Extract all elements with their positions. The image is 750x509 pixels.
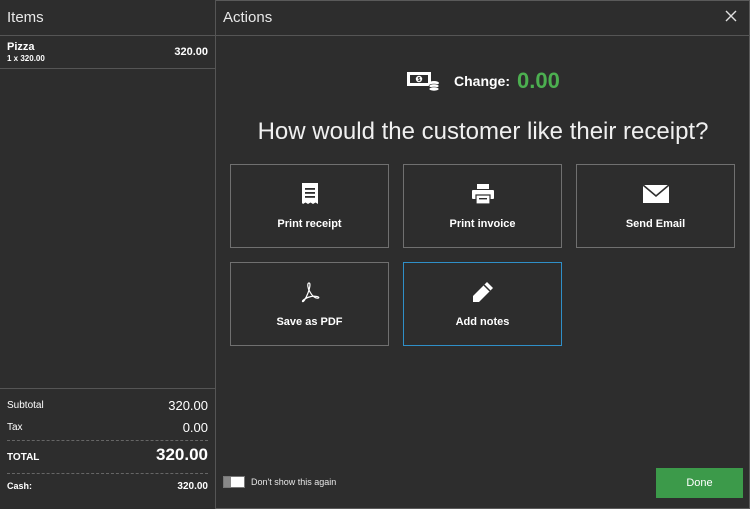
close-icon[interactable] [724, 9, 738, 23]
items-panel: Items Pizza 1 x 320.00 320.00 Subtotal 3… [0, 0, 216, 509]
printer-icon [469, 181, 497, 207]
change-label: Change: [454, 73, 510, 89]
change-display: $ Change: 0.00 [406, 66, 560, 96]
items-panel-title: Items [0, 0, 215, 36]
save-as-pdf-label: Save as PDF [276, 316, 343, 328]
svg-text:$: $ [418, 77, 421, 83]
add-notes-button[interactable]: Add notes [403, 262, 562, 346]
total-label: TOTAL [7, 452, 40, 463]
pdf-icon [296, 279, 324, 305]
print-receipt-button[interactable]: Print receipt [230, 164, 389, 248]
send-email-button[interactable]: Send Email [576, 164, 735, 248]
subtotal-row: Subtotal 320.00 [7, 389, 208, 413]
cash-value: 320.00 [177, 481, 208, 492]
dont-show-again-toggle[interactable]: Don't show this again [223, 476, 336, 488]
totals-section: Subtotal 320.00 Tax 0.00 TOTAL 320.00 Ca… [0, 388, 215, 498]
print-receipt-label: Print receipt [277, 218, 342, 230]
cash-icon: $ [407, 72, 440, 92]
done-button[interactable]: Done [656, 468, 743, 498]
save-as-pdf-button[interactable]: Save as PDF [230, 262, 389, 346]
print-invoice-button[interactable]: Print invoice [403, 164, 562, 248]
toggle-switch[interactable] [223, 476, 245, 488]
actions-panel-header: Actions [216, 0, 750, 36]
tax-value: 0.00 [182, 420, 208, 435]
total-value: 320.00 [156, 445, 208, 464]
tax-label: Tax [7, 422, 23, 433]
receipt-icon [296, 181, 324, 207]
send-email-label: Send Email [625, 218, 686, 230]
add-notes-label: Add notes [455, 316, 510, 328]
cash-label: Cash: [7, 481, 33, 491]
actions-panel: Actions $ Change: 0.00 How would the cus… [216, 0, 750, 509]
total-row: TOTAL 320.00 [7, 441, 208, 473]
list-item[interactable]: Pizza 1 x 320.00 320.00 [0, 36, 215, 69]
dont-show-again-label: Don't show this again [251, 477, 337, 487]
receipt-question: How would the customer like their receip… [257, 118, 709, 145]
email-icon [641, 181, 670, 207]
change-value: 0.00 [517, 68, 560, 93]
actions-panel-title: Actions [223, 9, 273, 26]
pencil-icon [469, 279, 497, 305]
cash-row: Cash: 320.00 [7, 474, 208, 498]
tax-row: Tax 0.00 [7, 410, 208, 440]
item-price: 320.00 [174, 46, 208, 58]
print-invoice-label: Print invoice [449, 218, 516, 230]
